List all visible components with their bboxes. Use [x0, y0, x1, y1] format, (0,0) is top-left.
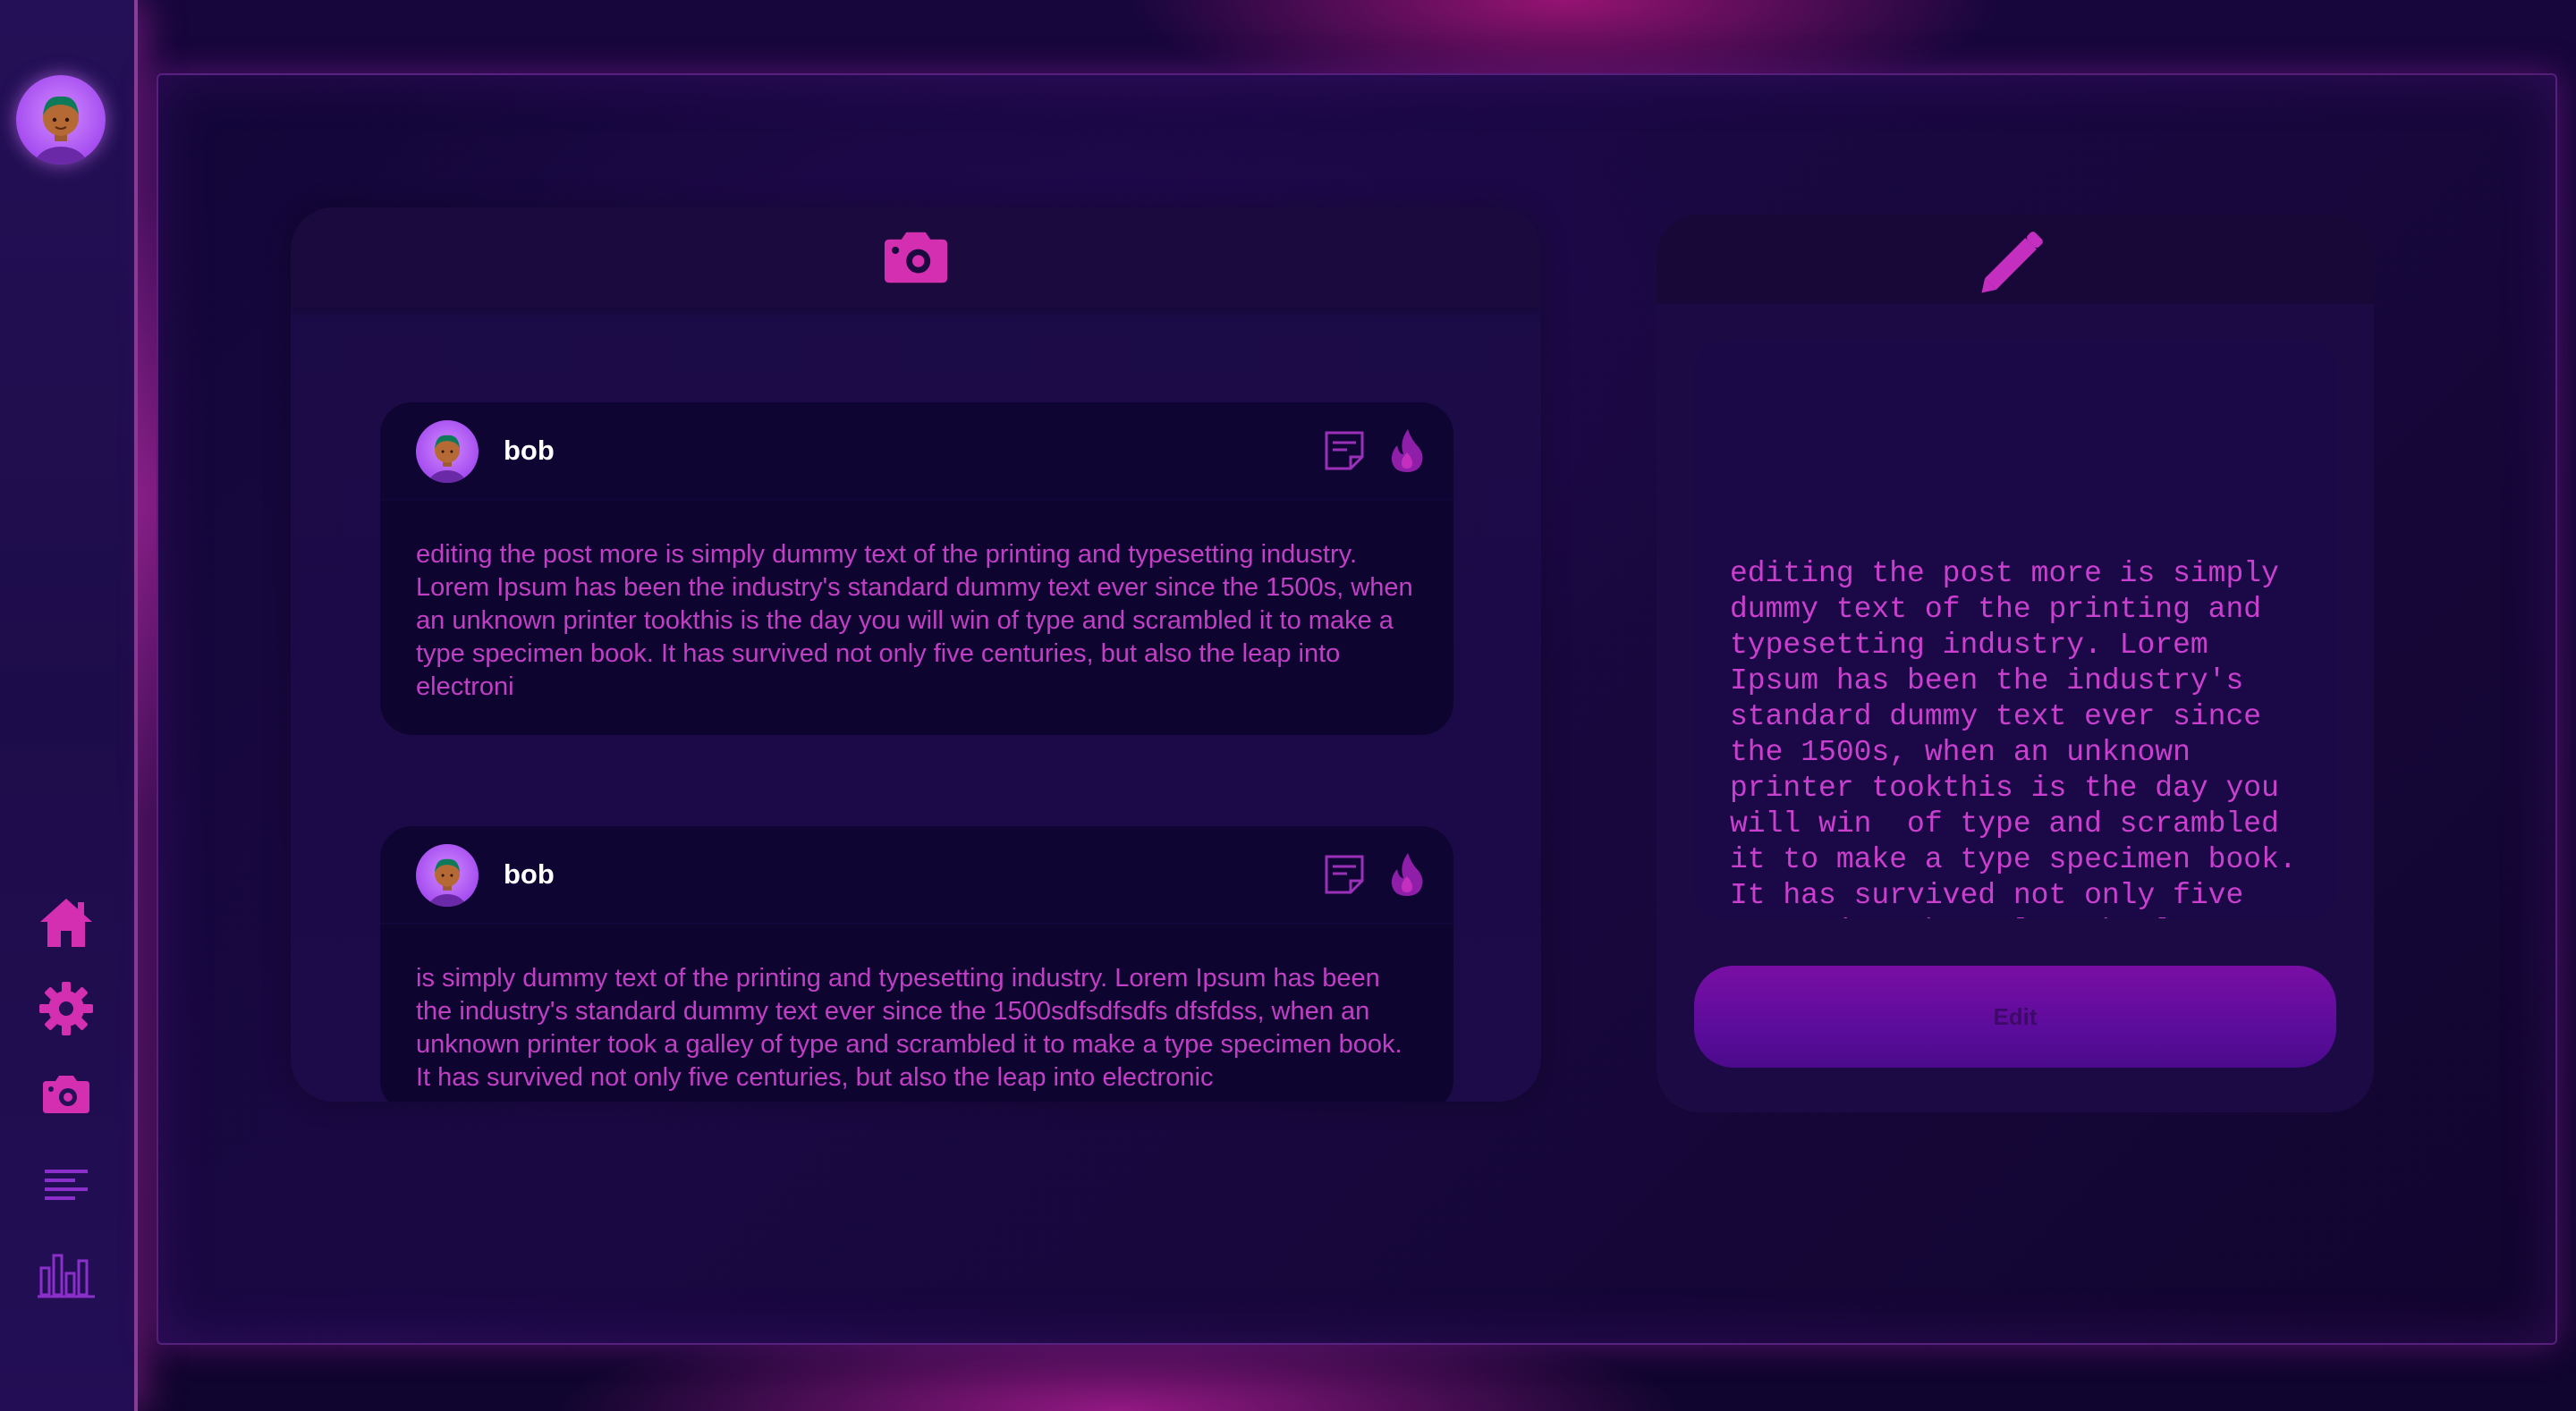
feed-card-header: [291, 207, 1541, 308]
post-card: bob editing the post more is simply dumm…: [380, 402, 1453, 735]
gear-icon: [39, 982, 93, 1035]
user-avatar[interactable]: [16, 75, 106, 165]
camera-icon[interactable]: [882, 230, 950, 285]
sidebar-item-posts[interactable]: [34, 1153, 98, 1218]
editor-card: editing the post more is simply dummy te…: [1657, 215, 2374, 1112]
post-header: bob: [380, 402, 1453, 501]
edit-button[interactable]: Edit: [1694, 966, 2336, 1068]
edit-note-button[interactable]: [1321, 427, 1368, 474]
editor-card-header: [1657, 215, 2374, 304]
like-button[interactable]: [1384, 427, 1430, 474]
text-lines-icon: [45, 1170, 88, 1200]
post-card: bob is simply dummy text of the printing…: [380, 826, 1453, 1102]
post-edit-textarea[interactable]: editing the post more is simply dummy te…: [1694, 342, 2336, 918]
sidebar-item-settings[interactable]: [34, 976, 98, 1041]
flame-icon: [1391, 853, 1423, 896]
avatar-illustration: [428, 858, 466, 907]
sidebar-item-stats[interactable]: [34, 1243, 98, 1307]
feed-card: bob editing the post more is simply dumm…: [291, 207, 1541, 1102]
post-body: editing the post more is simply dummy te…: [416, 540, 1413, 701]
sidebar-item-home[interactable]: [34, 891, 98, 955]
camera-icon: [43, 1076, 89, 1113]
avatar[interactable]: [416, 844, 479, 907]
avatar-illustration: [34, 96, 88, 165]
avatar-illustration: [428, 435, 466, 483]
flame-icon: [1391, 429, 1423, 472]
post-author: bob: [504, 435, 555, 466]
like-button[interactable]: [1384, 851, 1430, 898]
note-icon: [1325, 431, 1364, 470]
post-body: is simply dummy text of the printing and…: [416, 964, 1402, 1092]
bar-chart-icon: [38, 1254, 95, 1298]
home-icon: [40, 899, 92, 947]
post-header: bob: [380, 826, 1453, 925]
sidebar: [0, 0, 138, 1411]
avatar[interactable]: [416, 420, 479, 483]
post-author: bob: [504, 858, 555, 890]
note-icon: [1325, 855, 1364, 894]
sidebar-item-camera[interactable]: [34, 1062, 98, 1127]
edit-note-button[interactable]: [1321, 851, 1368, 898]
pencil-icon: [1981, 232, 2043, 293]
